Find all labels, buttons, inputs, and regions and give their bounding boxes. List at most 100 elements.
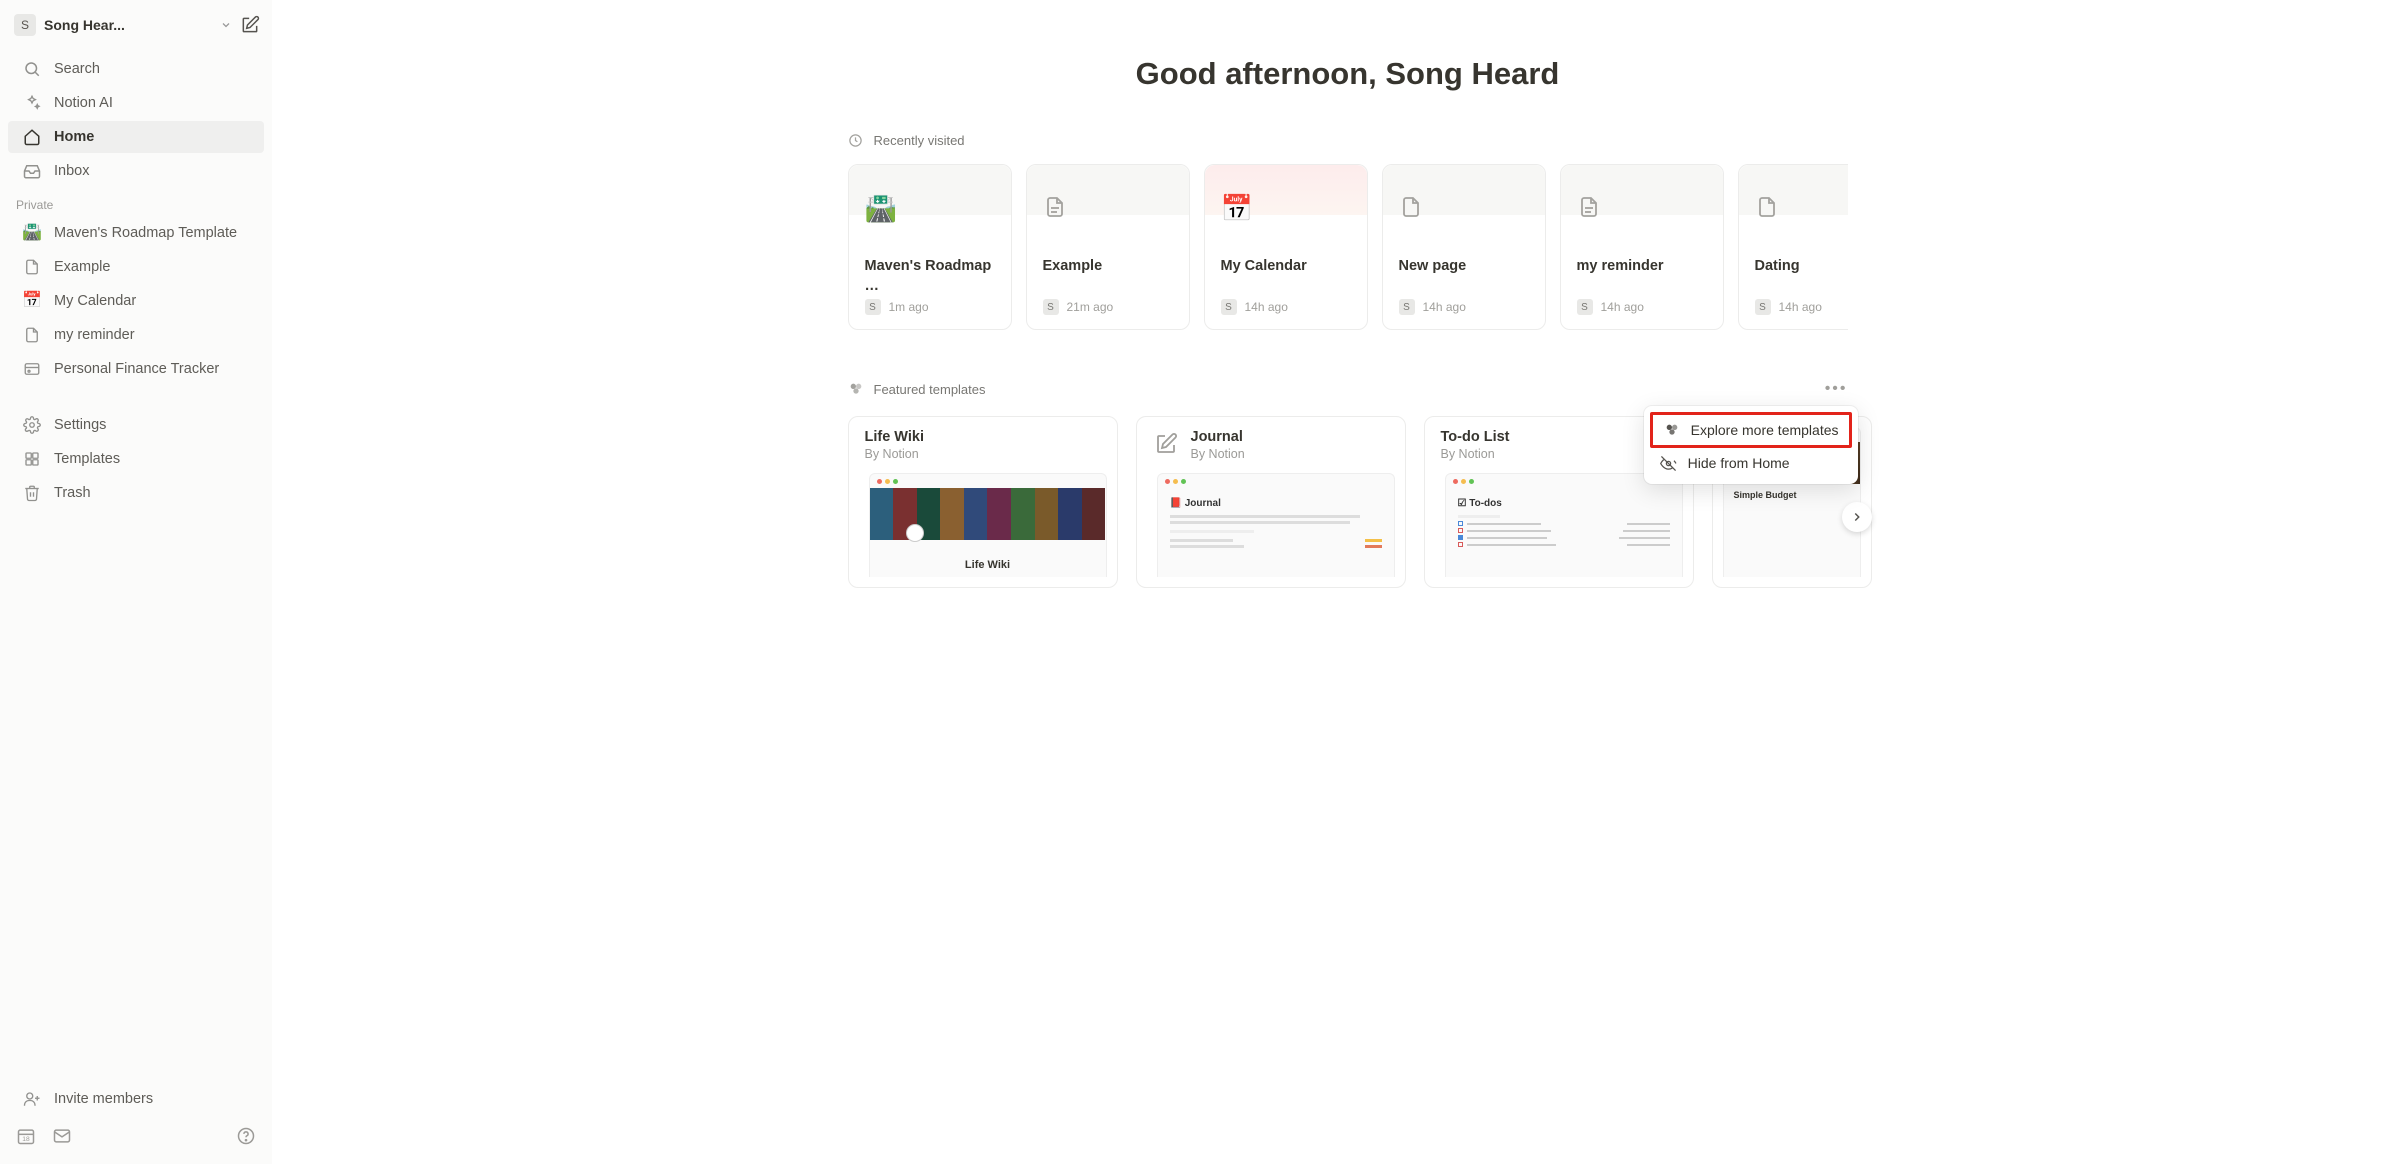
menu-hide-from-home[interactable]: Hide from Home bbox=[1650, 448, 1852, 478]
page-icon bbox=[1577, 195, 1601, 219]
gear-icon bbox=[22, 415, 42, 435]
recent-card[interactable]: Example S 21m ago bbox=[1026, 164, 1190, 330]
sidebar-home-label: Home bbox=[54, 129, 94, 145]
new-page-icon[interactable] bbox=[240, 15, 260, 35]
main-content: Good afternoon, Song Heard Recently visi… bbox=[272, 0, 2403, 1164]
sidebar-page-label: Example bbox=[54, 259, 110, 275]
sidebar-home[interactable]: Home bbox=[8, 121, 264, 153]
sidebar-templates[interactable]: Templates bbox=[8, 443, 264, 475]
page-icon bbox=[1755, 195, 1779, 219]
recently-visited-header: Recently visited bbox=[848, 132, 1848, 148]
templates-icon bbox=[1663, 421, 1681, 439]
templates-icon bbox=[848, 381, 864, 397]
templates-context-menu: Explore more templates Hide from Home bbox=[1644, 406, 1858, 484]
search-icon bbox=[22, 59, 42, 79]
sidebar-trash-label: Trash bbox=[54, 485, 91, 501]
sidebar-page-roadmap[interactable]: 🛣️ Maven's Roadmap Template bbox=[8, 217, 264, 249]
sidebar-settings-label: Settings bbox=[54, 417, 106, 433]
svg-text:18: 18 bbox=[22, 1136, 30, 1143]
sidebar-page-example[interactable]: Example bbox=[8, 251, 264, 283]
sidebar: S Song Hear... Search Notion AI bbox=[0, 0, 272, 1164]
menu-explore-templates[interactable]: Explore more templates bbox=[1650, 412, 1852, 448]
recent-row: 🛣️ Maven's Roadmap … S1m ago Example S 21… bbox=[848, 164, 1848, 330]
sidebar-inbox-label: Inbox bbox=[54, 163, 89, 179]
inbox-icon bbox=[22, 161, 42, 181]
recent-title: Dating bbox=[1739, 215, 1848, 277]
author-avatar: S bbox=[1043, 299, 1059, 315]
ai-icon bbox=[22, 93, 42, 113]
recent-card[interactable]: 🛣️ Maven's Roadmap … S1m ago bbox=[848, 164, 1012, 330]
calendar-emoji-icon: 📅 bbox=[1221, 195, 1253, 221]
recent-title: Maven's Roadmap … bbox=[849, 215, 1011, 296]
sidebar-settings[interactable]: Settings bbox=[8, 409, 264, 441]
clock-icon bbox=[848, 132, 864, 148]
calendar-emoji-icon: 📅 bbox=[22, 291, 42, 311]
sidebar-page-finance[interactable]: Personal Finance Tracker bbox=[8, 353, 264, 385]
next-arrow-button[interactable] bbox=[1842, 502, 1872, 532]
featured-templates-header: Featured templates ••• bbox=[848, 380, 1848, 398]
sidebar-search-label: Search bbox=[54, 61, 100, 77]
page-icon bbox=[22, 257, 42, 277]
sidebar-trash[interactable]: Trash bbox=[8, 477, 264, 509]
recent-card[interactable]: 📅 My Calendar S 14h ago bbox=[1204, 164, 1368, 330]
template-preview: ☑ To-dos bbox=[1445, 473, 1683, 577]
recent-card[interactable]: Dating S 14h ago bbox=[1738, 164, 1848, 330]
featured-templates-label: Featured templates bbox=[874, 382, 986, 397]
eye-off-icon bbox=[1660, 454, 1678, 472]
finance-icon bbox=[22, 359, 42, 379]
template-author: By Notion bbox=[865, 447, 925, 461]
template-title: Life Wiki bbox=[865, 429, 925, 445]
template-title: To-do List bbox=[1441, 429, 1510, 445]
author-avatar: S bbox=[865, 299, 881, 315]
sidebar-invite[interactable]: Invite members bbox=[8, 1083, 264, 1115]
sidebar-page-calendar[interactable]: 📅 My Calendar bbox=[8, 285, 264, 317]
greeting: Good afternoon, Song Heard bbox=[848, 56, 1848, 92]
home-icon bbox=[22, 127, 42, 147]
help-icon[interactable] bbox=[236, 1126, 256, 1146]
template-title: Journal bbox=[1191, 429, 1245, 445]
more-icon[interactable]: ••• bbox=[1825, 380, 1848, 398]
road-emoji-icon: 🛣️ bbox=[865, 195, 897, 221]
page-icon bbox=[22, 325, 42, 345]
sidebar-ai-label: Notion AI bbox=[54, 95, 113, 111]
workspace-name: Song Hear... bbox=[44, 17, 210, 33]
templates-row: Life Wiki By Notion Life Wiki bbox=[848, 416, 1848, 588]
recent-ago: 14h ago bbox=[1779, 300, 1822, 314]
recent-title: My Calendar bbox=[1205, 215, 1367, 277]
template-preview: Life Wiki bbox=[869, 473, 1107, 577]
recent-ago: 14h ago bbox=[1245, 300, 1288, 314]
trash-icon bbox=[22, 483, 42, 503]
workspace-switcher[interactable]: S Song Hear... bbox=[0, 8, 272, 42]
recent-card[interactable]: my reminder S14h ago bbox=[1560, 164, 1724, 330]
author-avatar: S bbox=[1221, 299, 1237, 315]
menu-item-label: Explore more templates bbox=[1691, 422, 1839, 438]
sidebar-inbox[interactable]: Inbox bbox=[8, 155, 264, 187]
templates-icon bbox=[22, 449, 42, 469]
template-card-journal[interactable]: Journal By Notion 📕 Journal bbox=[1136, 416, 1406, 588]
recent-title: New page bbox=[1383, 215, 1545, 277]
recently-visited-label: Recently visited bbox=[874, 133, 965, 148]
template-author: By Notion bbox=[1441, 447, 1510, 461]
sidebar-ai[interactable]: Notion AI bbox=[8, 87, 264, 119]
preview-label: Life Wiki bbox=[870, 559, 1106, 571]
sidebar-search[interactable]: Search bbox=[8, 53, 264, 85]
sidebar-page-reminder[interactable]: my reminder bbox=[8, 319, 264, 351]
sidebar-page-label: my reminder bbox=[54, 327, 135, 343]
recent-ago: 14h ago bbox=[1601, 300, 1644, 314]
page-icon bbox=[1399, 195, 1423, 219]
calendar-app-icon[interactable]: 18 bbox=[16, 1126, 36, 1146]
sidebar-page-label: Personal Finance Tracker bbox=[54, 361, 219, 377]
invite-icon bbox=[22, 1089, 42, 1109]
page-icon bbox=[1043, 195, 1067, 219]
chevron-down-icon bbox=[220, 19, 232, 31]
mail-icon[interactable] bbox=[52, 1126, 72, 1146]
recent-title: my reminder bbox=[1561, 215, 1723, 277]
template-card-lifewiki[interactable]: Life Wiki By Notion Life Wiki bbox=[848, 416, 1118, 588]
recent-ago: 21m ago bbox=[1067, 300, 1114, 314]
sidebar-page-label: My Calendar bbox=[54, 293, 136, 309]
recent-card[interactable]: New page S14h ago bbox=[1382, 164, 1546, 330]
author-avatar: S bbox=[1755, 299, 1771, 315]
workspace-avatar: S bbox=[14, 14, 36, 36]
recent-title: Example bbox=[1027, 215, 1189, 277]
sidebar-templates-label: Templates bbox=[54, 451, 120, 467]
